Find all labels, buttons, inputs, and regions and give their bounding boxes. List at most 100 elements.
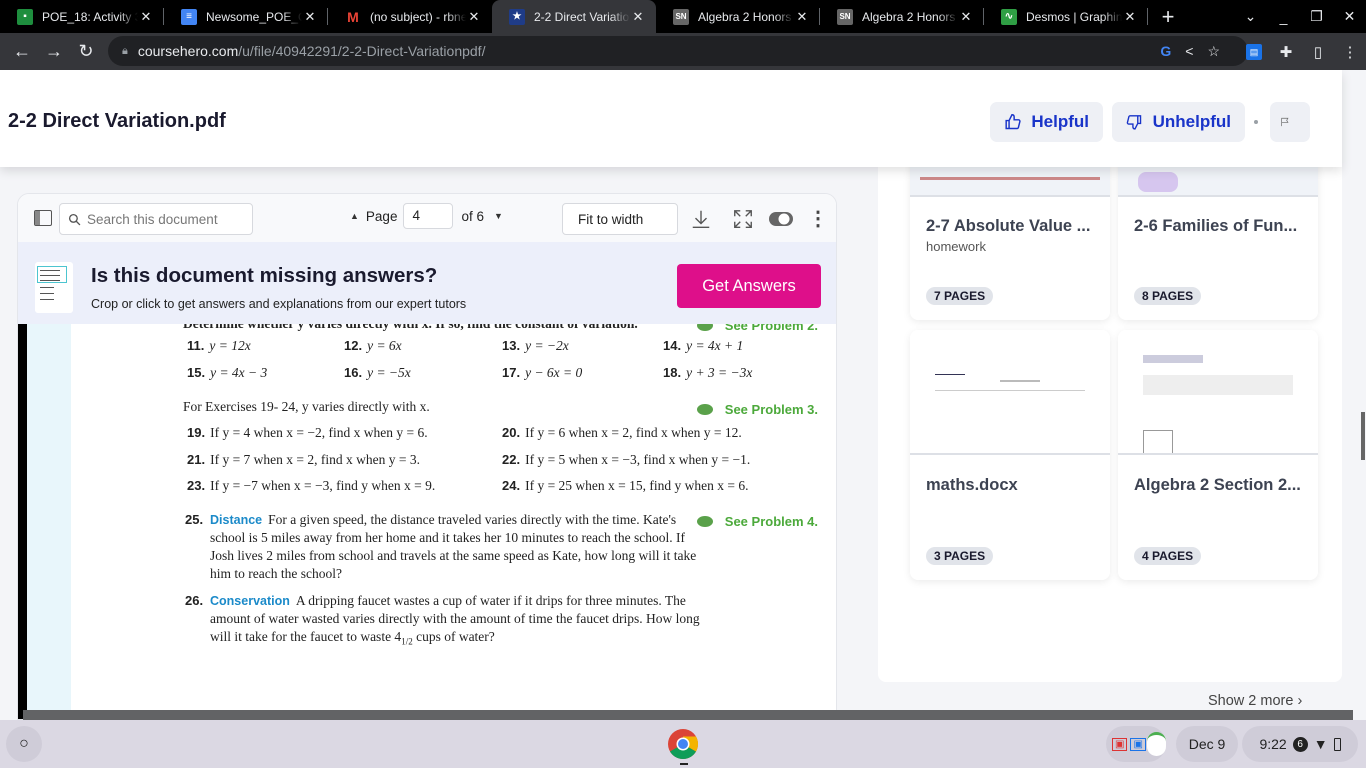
- get-answers-button[interactable]: Get Answers: [677, 264, 821, 308]
- os-shelf: ○ ▣ ▣ Dec 9 9:22 6 ▼: [0, 720, 1366, 768]
- leaf-icon: [696, 516, 713, 527]
- close-tab-icon[interactable]: ✕: [630, 9, 646, 25]
- restore-icon[interactable]: ❐: [1300, 8, 1333, 25]
- viewer-toolbar: Search this document ▲ Page 4 of 6 ▼ Fit…: [18, 194, 836, 242]
- related-documents-panel: 2-7 Absolute Value ... homework 7 PAGES …: [878, 127, 1342, 682]
- close-tab-icon[interactable]: ✕: [138, 9, 154, 25]
- url-domain: coursehero.com: [137, 43, 239, 59]
- date-display[interactable]: Dec 9: [1176, 726, 1238, 762]
- page-count-badge: 8 PAGES: [1134, 287, 1202, 305]
- exercise: 24. If y = 25 when x = 15, find y when x …: [502, 478, 749, 493]
- bookmark-star-icon[interactable]: ☆: [1207, 43, 1220, 60]
- forward-icon[interactable]: →: [38, 36, 70, 68]
- page-label: Page: [365, 208, 398, 224]
- browser-tab-active[interactable]: ★ 2-2 Direct Variation ✕: [492, 0, 656, 33]
- new-tab-button[interactable]: +: [1148, 0, 1188, 33]
- chrome-app-icon[interactable]: [667, 728, 699, 760]
- dark-mode-toggle-icon[interactable]: [768, 210, 794, 228]
- page-count-badge: 7 PAGES: [926, 287, 994, 305]
- close-window-icon[interactable]: ✕: [1333, 8, 1366, 25]
- page-content: 2-2 Direct Variation.pdf Helpful Unhelpf…: [0, 70, 1366, 720]
- browser-toolbar: ← → ↻ 🔒︎ coursehero.com/u/file/40942291/…: [0, 33, 1366, 70]
- exercise: 14. y = 4x + 1: [663, 338, 744, 353]
- search-placeholder: Search this document: [87, 211, 218, 227]
- chevron-right-icon: ›: [1297, 693, 1303, 709]
- see-problem-4-link[interactable]: See Problem 4.: [696, 514, 818, 529]
- see-problem-3-link[interactable]: See Problem 3.: [696, 402, 818, 417]
- close-tab-icon[interactable]: ✕: [794, 9, 810, 25]
- helpful-button[interactable]: Helpful: [990, 102, 1103, 142]
- pdf-file-icon: ▣: [1112, 737, 1128, 751]
- status-tray[interactable]: 9:22 6 ▼: [1242, 726, 1358, 762]
- share-icon[interactable]: <: [1185, 43, 1193, 59]
- chrome-menu-icon[interactable]: ⋮: [1334, 43, 1366, 61]
- school-logo-icon: SN: [837, 8, 853, 25]
- close-tab-icon[interactable]: ✕: [1122, 9, 1138, 25]
- card-subtitle: homework: [926, 239, 986, 254]
- extension-icon[interactable]: ▤: [1246, 43, 1262, 60]
- browser-tab[interactable]: ▪ POE_18: Activity 3. ✕: [0, 0, 164, 33]
- related-doc-card[interactable]: Algebra 2 Section 2... 4 PAGES: [1118, 330, 1318, 580]
- tab-title: 2-2 Direct Variation: [534, 9, 630, 24]
- close-tab-icon[interactable]: ✕: [958, 9, 974, 25]
- download-icon[interactable]: [690, 208, 712, 230]
- tab-title: Desmos | Graphing: [1026, 9, 1122, 24]
- search-input[interactable]: Search this document: [59, 203, 253, 235]
- browser-tab[interactable]: SN Algebra 2 Honors ✕: [656, 0, 820, 33]
- browser-tab[interactable]: ∿ Desmos | Graphing ✕: [984, 0, 1148, 33]
- extensions-puzzle-icon[interactable]: ✚: [1270, 43, 1302, 61]
- fullscreen-icon[interactable]: [732, 208, 754, 230]
- google-docs-icon: ≡: [181, 8, 197, 25]
- notification-badge: 6: [1292, 736, 1308, 752]
- battery-icon: [1333, 737, 1341, 751]
- previous-page-icon[interactable]: ▲: [350, 211, 359, 221]
- back-icon[interactable]: ←: [6, 36, 38, 68]
- unhelpful-label: Unhelpful: [1152, 112, 1231, 131]
- exercise: 18. y + 3 = −3x: [663, 365, 753, 380]
- exercise-subheading: For Exercises 19- 24, y varies directly …: [183, 399, 430, 414]
- next-page-icon[interactable]: ▼: [494, 211, 503, 221]
- close-tab-icon[interactable]: ✕: [466, 9, 482, 25]
- document-header: 2-2 Direct Variation.pdf Helpful Unhelpf…: [0, 70, 1342, 167]
- tab-search-icon[interactable]: ⌄: [1234, 8, 1267, 25]
- sidebar-toggle-icon[interactable]: [34, 210, 52, 226]
- unhelpful-button[interactable]: Unhelpful: [1112, 102, 1245, 142]
- browser-tab[interactable]: ≡ Newsome_POE_Ca ✕: [164, 0, 328, 33]
- show-more-link[interactable]: Show 2 more ›: [1208, 693, 1302, 709]
- exercise: 16. y = −5x: [344, 365, 411, 380]
- document-title: 2-2 Direct Variation.pdf: [8, 110, 226, 132]
- document-page: Determine whether y varies directly with…: [18, 318, 836, 719]
- coursehero-icon: ★: [509, 8, 525, 25]
- zoom-mode-select[interactable]: Fit to width: [562, 203, 678, 235]
- desmos-icon: ∿: [1001, 8, 1017, 25]
- browser-tab[interactable]: M (no subject) - rbne ✕: [328, 0, 492, 33]
- exercise: 23. If y = −7 when x = −3, find y when x …: [187, 478, 436, 493]
- card-title: Algebra 2 Section 2...: [1134, 476, 1301, 494]
- page-count-badge: 4 PAGES: [1134, 547, 1202, 565]
- minimize-icon[interactable]: _: [1267, 9, 1300, 25]
- document-thumbnail: [1118, 330, 1318, 455]
- exercise: 11. y = 12x: [187, 338, 251, 353]
- page-number-input[interactable]: 4: [403, 203, 454, 229]
- tab-title: (no subject) - rbne: [370, 9, 466, 24]
- close-tab-icon[interactable]: ✕: [302, 9, 318, 25]
- page-count-badge: 3 PAGES: [926, 547, 994, 565]
- launcher-icon[interactable]: ○: [6, 726, 42, 762]
- exercise: 22. If y = 5 when x = −3, find x when y =…: [502, 452, 751, 467]
- google-lens-icon[interactable]: G: [1160, 43, 1171, 59]
- reload-icon[interactable]: ↻: [70, 36, 102, 68]
- horizontal-scrollbar[interactable]: [23, 710, 1353, 720]
- more-options-icon[interactable]: ⋮: [808, 206, 828, 231]
- exercise: 15. y = 4x − 3: [187, 365, 268, 380]
- browser-tab[interactable]: SN Algebra 2 Honors ✕: [820, 0, 984, 33]
- side-panel-icon[interactable]: ▯: [1302, 43, 1334, 61]
- word-problem-26: 26. Conservation A dripping faucet wastes …: [185, 593, 700, 647]
- missing-answers-banner: Is this document missing answers? Crop o…: [18, 242, 836, 324]
- report-button[interactable]: [1270, 102, 1310, 142]
- related-doc-card[interactable]: maths.docx 3 PAGES: [910, 330, 1110, 580]
- page-scrollbar[interactable]: [1361, 412, 1365, 460]
- flag-icon: [1281, 117, 1289, 127]
- holding-space-tray[interactable]: ▣ ▣: [1106, 726, 1166, 762]
- tab-title: Newsome_POE_Ca: [206, 9, 302, 24]
- address-bar[interactable]: 🔒︎ coursehero.com/u/file/40942291/2-2-Di…: [108, 36, 1248, 66]
